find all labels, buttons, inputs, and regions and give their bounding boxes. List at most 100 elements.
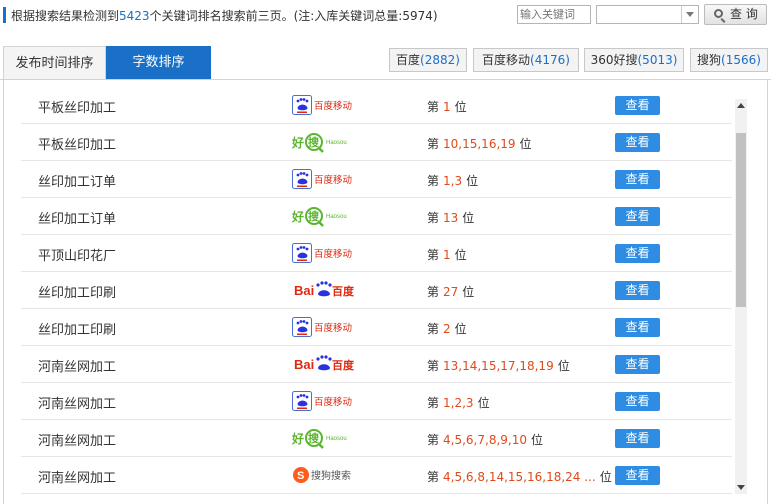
baidu-mobile-logo-text: 百度移动: [314, 322, 352, 334]
haosou-logo-char: 好: [291, 431, 304, 446]
keyword-text: 河南丝网加工: [38, 471, 117, 486]
engine-tab-count: (2882): [420, 53, 460, 67]
rank-text: 第 4,5,6,8,14,15,16,18,24 ... 位: [427, 468, 612, 485]
rank-suffix: 位: [462, 285, 475, 299]
view-button[interactable]: 查看: [615, 133, 660, 152]
keyword-search-input[interactable]: [517, 5, 591, 24]
haosou-logo-en: Haosou: [326, 140, 347, 146]
view-button[interactable]: 查看: [615, 281, 660, 300]
rank-text: 第 1,3 位: [427, 172, 478, 189]
baidu-mobile-logo-text: 百度移动: [314, 248, 352, 260]
haosou-logo-en: Haosou: [326, 214, 347, 220]
haosou-logo-char: 好: [291, 135, 304, 150]
rank-suffix: 位: [454, 100, 467, 114]
keyword-text: 丝印加工印刷: [38, 323, 117, 338]
rank-suffix: 位: [454, 248, 467, 262]
chevron-down-icon[interactable]: [681, 6, 698, 23]
tabs-row: 发布时间排序 字数排序 百度(2882) 百度移动(4176) 360好搜(50…: [0, 45, 771, 80]
table-row: 平板丝印加工 好 搜 Haosou 第 10,15,16,19 位 查看: [21, 124, 732, 161]
rank-positions: 1,3: [443, 174, 463, 188]
rank-positions: 1,2,3: [443, 396, 474, 410]
rank-prefix: 第: [427, 137, 440, 151]
query-button[interactable]: 查 询: [704, 4, 767, 25]
accent-bar: [3, 7, 6, 23]
keyword-text: 平板丝印加工: [38, 138, 117, 153]
rank-text: 第 13 位: [427, 209, 474, 226]
table-row: 河南丝网加工 好 搜 Haosou 第 4,5,6,7,8,9,10 位 查看: [21, 420, 732, 457]
summary-prefix: 根据搜索结果检测到: [11, 9, 120, 23]
keyword-text: 河南丝网加工: [38, 434, 117, 449]
keyword-text: 丝印加工订单: [38, 212, 117, 227]
baidu-mobile-logo-icon: 百度移动: [292, 169, 352, 189]
haosou-logo-icon: 好 搜 Haosou: [291, 207, 347, 227]
scroll-down-arrow-icon[interactable]: [737, 485, 745, 490]
view-button[interactable]: 查看: [615, 207, 660, 226]
rank-suffix: 位: [462, 211, 475, 225]
engine-tab-360[interactable]: 360好搜(5013): [584, 48, 684, 72]
view-button[interactable]: 查看: [615, 244, 660, 263]
rank-prefix: 第: [427, 322, 440, 336]
ranking-list: 平板丝印加工 百度移动 第 1 位查看 平板丝印加工 好 搜 Haosou 第 10,1…: [21, 87, 732, 494]
table-row: 丝印加工印刷 Bai 百度 第 27 位 查看: [21, 272, 732, 309]
rank-prefix: 第: [427, 396, 440, 410]
summary-text: 根据搜索结果检测到5423个关键词排名搜索前三页。(注:入库关键词总量:5974…: [11, 7, 438, 24]
rank-suffix: 位: [466, 174, 479, 188]
scrollbar[interactable]: [735, 99, 747, 494]
rank-suffix: 位: [599, 470, 612, 484]
baidu-mobile-logo-icon: 百度移动: [292, 95, 352, 115]
engine-tab-label: 搜狗: [697, 53, 722, 67]
table-row: 丝印加工订单 好 搜 Haosou 第 13 位 查看: [21, 198, 732, 235]
baidu-logo-chinese: 百度: [332, 358, 355, 372]
view-button[interactable]: 查看: [615, 318, 660, 337]
haosou-logo-char: 好: [291, 209, 304, 224]
engine-tab-baidu[interactable]: 百度(2882): [389, 48, 467, 72]
sogou-logo-text: 搜狗搜索: [311, 469, 351, 482]
engine-tab-label: 百度移动: [482, 53, 531, 67]
keyword-text: 河南丝网加工: [38, 397, 117, 412]
view-button[interactable]: 查看: [615, 392, 660, 411]
rank-positions: 1: [443, 248, 451, 262]
engine-select[interactable]: [596, 5, 699, 24]
view-button[interactable]: 查看: [615, 466, 660, 485]
keyword-text: 平板丝印加工: [38, 101, 117, 116]
keyword-text: 平顶山印花厂: [38, 249, 117, 264]
rank-positions: 1: [443, 100, 451, 114]
tab-sort-by-length[interactable]: 字数排序: [106, 46, 211, 79]
baidu-logo-icon: Bai 百度: [294, 281, 355, 298]
view-button[interactable]: 查看: [615, 429, 660, 448]
rank-prefix: 第: [427, 248, 440, 262]
rank-text: 第 1,2,3 位: [427, 394, 490, 411]
baidu-logo-text: Bai: [294, 283, 314, 298]
rank-suffix: 位: [454, 322, 467, 336]
scroll-up-arrow-icon[interactable]: [737, 103, 745, 108]
rank-prefix: 第: [427, 100, 440, 114]
engine-tab-label: 百度: [396, 53, 421, 67]
baidu-logo-icon: Bai 百度: [294, 355, 355, 372]
engine-tab-count: (1566): [721, 53, 761, 67]
summary-count: 5423: [119, 9, 150, 23]
tab-sort-by-date[interactable]: 发布时间排序: [3, 46, 106, 79]
rank-positions: 4,5,6,8,14,15,16,18,24 ...: [443, 470, 596, 484]
engine-tab-sogou[interactable]: 搜狗(1566): [690, 48, 768, 72]
table-row: 河南丝网加工 S 搜狗搜索 第 4,5,6,8,14,15,16,18,24 ..…: [21, 457, 732, 494]
engine-tab-label: 360好搜: [590, 53, 638, 67]
search-icon: [714, 9, 723, 18]
view-button[interactable]: 查看: [615, 96, 660, 115]
haosou-logo-char-2: 搜: [308, 431, 320, 445]
view-button[interactable]: 查看: [615, 170, 660, 189]
baidu-mobile-logo-text: 百度移动: [314, 174, 352, 186]
table-row: 河南丝网加工 百度移动 第 1,2,3 位 查看: [21, 383, 732, 420]
scrollbar-thumb[interactable]: [736, 133, 746, 307]
engine-tab-baidu-mobile[interactable]: 百度移动(4176): [473, 48, 579, 72]
baidu-logo-chinese: 百度: [332, 284, 355, 298]
rank-suffix: 位: [557, 359, 570, 373]
keyword-text: 丝印加工订单: [38, 175, 117, 190]
view-button[interactable]: 查看: [615, 355, 660, 374]
haosou-logo-char-2: 搜: [308, 135, 320, 149]
rank-text: 第 4,5,6,7,8,9,10 位: [427, 431, 543, 448]
summary-suffix: 个关键词排名搜索前三页。(注:入库关键词总量:5974): [149, 9, 438, 23]
table-row: 河南丝网加工 Bai 百度 第 13,14,15,17,18,19 位 查看: [21, 346, 732, 383]
table-row: 平板丝印加工 百度移动 第 1 位 查看: [21, 87, 732, 124]
table-row: 丝印加工订单 百度移动 第 1,3 位 查看: [21, 161, 732, 198]
rank-text: 第 13,14,15,17,18,19 位: [427, 357, 570, 374]
